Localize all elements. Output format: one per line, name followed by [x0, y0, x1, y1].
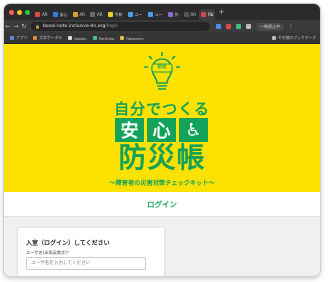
- reload-icon[interactable]: ↻: [20, 23, 28, 30]
- hero-banner: 防災 自分でつくる 安 心 ♿ 防災帳 〜障害者の災害対策チェックキット〜: [4, 44, 320, 192]
- bookmark-favicon-icon: [92, 36, 97, 40]
- url-path: /login: [105, 24, 119, 29]
- profile-label: 一時停止中: [260, 23, 280, 29]
- bookmark-label: アプリ: [16, 35, 28, 40]
- hero-title: 防災帳: [118, 141, 206, 174]
- browser-tab[interactable]: ユー: [146, 9, 165, 20]
- bookmark-favicon-icon: [33, 36, 38, 40]
- minimize-window-icon[interactable]: [17, 9, 22, 15]
- bookmark-item[interactable]: Notion: [68, 35, 87, 41]
- tab-label: AR: [190, 12, 197, 17]
- tab-label: 令和: [114, 11, 123, 17]
- browser-tab[interactable]: 安心: [51, 9, 70, 20]
- browser-tab[interactable]: ユー: [126, 9, 145, 20]
- extension-icon[interactable]: [216, 24, 221, 29]
- browser-tab[interactable]: AR: [33, 9, 50, 20]
- hero-box-shin: 心: [147, 118, 176, 142]
- bookmark-favicon-icon: [120, 36, 125, 40]
- username-label: ユーザ名(半角英数字)*: [26, 250, 69, 256]
- tab-favicon-icon: [72, 12, 78, 17]
- tab-favicon-icon: [201, 12, 207, 17]
- tab-label: Rb: [208, 12, 214, 17]
- close-window-icon[interactable]: [9, 9, 14, 15]
- hero-box-row: 安 心 ♿: [115, 118, 208, 142]
- login-card-heading: 入室（ログイン）してください: [26, 240, 110, 247]
- address-toolbar: ← → ↻ 🔒 bosai-note.inclusive-dn.org/logi…: [4, 20, 320, 33]
- bookmark-item[interactable]: アプリ: [10, 35, 27, 41]
- hero-tagline: 〜障害者の災害対策チェックキット〜: [109, 180, 215, 187]
- username-label-text: ユーザ名(半角英数字): [26, 250, 67, 255]
- extension-icons: [216, 24, 251, 29]
- bookmark-list: アプリ 大学ポータル Notion Portfolio Research: [4, 35, 144, 41]
- bookmarks-bar: アプリ 大学ポータル Notion Portfolio Research その他のブック…: [4, 33, 320, 44]
- tab-label: AR: [97, 12, 103, 17]
- tab-favicon-icon: [35, 12, 40, 17]
- browser-tab[interactable]: AR: [88, 9, 105, 20]
- hero-box-an: 安: [115, 118, 144, 142]
- folder-icon: [272, 36, 277, 40]
- bookmark-item[interactable]: Portfolio: [92, 35, 115, 41]
- puzzle-icon[interactable]: [246, 24, 251, 29]
- bulb-badge-text: 防災: [157, 65, 167, 70]
- lock-icon: 🔒: [35, 24, 40, 29]
- tab-favicon-icon: [183, 12, 189, 17]
- forward-arrow-icon[interactable]: →: [12, 23, 20, 30]
- browser-tab[interactable]: Rb: [199, 9, 216, 20]
- lightbulb-icon: [144, 52, 180, 90]
- required-mark: *: [66, 250, 69, 255]
- wheelchair-icon: ♿: [179, 118, 208, 142]
- tab-bar: AR 安心 AR AR 令和 ユー ユー 作 AR Rb +: [4, 4, 320, 20]
- bookmark-label: Notion: [74, 35, 87, 41]
- browser-tab[interactable]: AR: [71, 9, 88, 20]
- profile-button[interactable]: 一時停止中: [256, 22, 284, 31]
- tab-label: 作: [174, 11, 179, 17]
- browser-tab[interactable]: 令和: [106, 9, 125, 20]
- page-content: 防災 自分でつくる 安 心 ♿ 防災帳 〜障害者の災害対策チェックキット〜 ログ…: [4, 44, 320, 276]
- username-input[interactable]: [26, 257, 146, 270]
- bookmarks-other-label: その他のブックマーク: [278, 35, 316, 40]
- hero-subtitle: 自分でつくる: [114, 100, 210, 118]
- bookmark-label: Research: [126, 35, 144, 41]
- login-tab-link[interactable]: ログイン: [147, 199, 177, 210]
- url-host: bosai-note.inclusive-dn.org: [42, 24, 106, 29]
- bookmarks-other-folder[interactable]: その他のブックマーク: [272, 35, 316, 41]
- tab-favicon-icon: [90, 12, 96, 17]
- tab-favicon-icon: [147, 12, 153, 17]
- bookmark-favicon-icon: [68, 36, 73, 40]
- bookmark-label: Portfolio: [98, 35, 115, 41]
- bookmark-favicon-icon: [10, 36, 14, 40]
- zoom-window-icon[interactable]: [25, 9, 30, 15]
- tab-label: ユー: [154, 11, 163, 17]
- browser-tab[interactable]: 作: [166, 9, 181, 20]
- tab-label: AR: [79, 12, 86, 17]
- extension-icon[interactable]: [226, 24, 231, 29]
- window-controls: [9, 9, 30, 15]
- browser-window: AR 安心 AR AR 令和 ユー ユー 作 AR Rb + ← → ↻ 🔒 bosai-note…: [4, 4, 320, 276]
- bookmark-label: 大学ポータル: [39, 35, 63, 40]
- tab-favicon-icon: [167, 12, 173, 17]
- bookmark-item[interactable]: 大学ポータル: [33, 35, 62, 41]
- url-field[interactable]: 🔒 bosai-note.inclusive-dn.org/login: [31, 22, 210, 31]
- browser-tab[interactable]: AR: [182, 9, 199, 20]
- tab-favicon-icon: [127, 12, 133, 17]
- tab-strip: AR 安心 AR AR 令和 ユー ユー 作 AR Rb: [33, 4, 216, 20]
- tab-label: 安心: [59, 11, 68, 17]
- tab-favicon-icon: [107, 12, 113, 17]
- bookmark-item[interactable]: Research: [120, 35, 144, 41]
- new-tab-button[interactable]: +: [218, 8, 224, 16]
- login-nav-bar: ログイン: [4, 192, 320, 217]
- menu-dots-icon[interactable]: ⋮: [287, 23, 295, 30]
- tab-favicon-icon: [52, 12, 58, 17]
- tab-label: ユー: [134, 11, 143, 17]
- extension-icon[interactable]: [236, 24, 241, 29]
- back-arrow-icon[interactable]: ←: [4, 23, 12, 30]
- tab-label: AR: [42, 12, 48, 17]
- login-card: 入室（ログイン）してください ユーザ名(半角英数字)*: [18, 228, 164, 276]
